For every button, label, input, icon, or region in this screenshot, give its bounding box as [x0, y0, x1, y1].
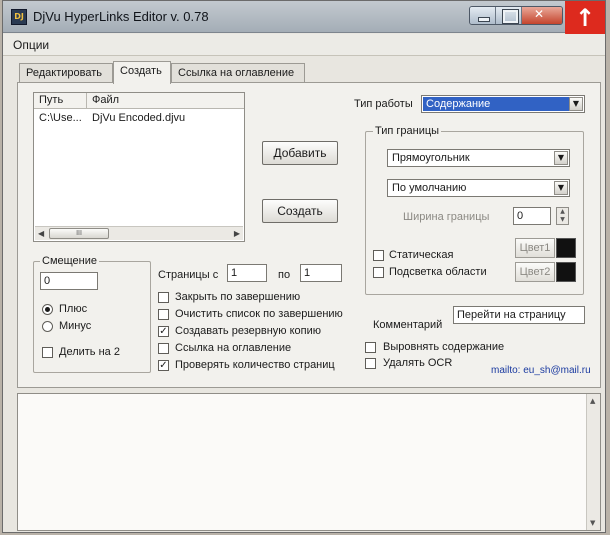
backup-checkbox[interactable]: ✓ — [158, 326, 169, 337]
minus-label: Минус — [59, 320, 92, 332]
check-page-count-label: Проверять количество страниц — [175, 359, 335, 371]
delete-ocr-label: Удалять OCR — [383, 357, 453, 369]
color1-button[interactable]: Цвет1 — [515, 238, 555, 258]
pages-to-input[interactable]: 1 — [300, 264, 342, 282]
log-text-area[interactable]: ▲ ▼ — [17, 393, 601, 531]
static-label: Статическая — [389, 249, 454, 261]
pages-from-input[interactable]: 1 — [227, 264, 267, 282]
column-file[interactable]: Файл — [92, 94, 119, 106]
border-width-label: Ширина границы — [403, 211, 490, 223]
close-icon[interactable] — [522, 7, 562, 24]
add-button[interactable]: Добавить — [262, 141, 338, 165]
scroll-down-icon[interactable]: ▼ — [590, 519, 595, 527]
backup-label: Создавать резервную копию — [175, 325, 321, 337]
comment-label: Комментарий — [373, 319, 443, 331]
mailto-link[interactable]: mailto: eu_sh@mail.ru — [491, 365, 591, 376]
pages-to-label: по — [278, 269, 291, 281]
list-item-path: C:\Use... — [39, 112, 82, 124]
work-type-label: Тип работы — [354, 98, 413, 110]
chevron-down-icon[interactable]: ▼ — [569, 97, 583, 111]
color2-swatch[interactable] — [556, 262, 576, 282]
chevron-down-icon[interactable]: ▼ — [554, 181, 568, 195]
static-checkbox[interactable] — [373, 250, 384, 261]
highlight-area-label: Подсветка области — [389, 266, 487, 278]
border-width-input[interactable]: 0 — [513, 207, 551, 225]
minimize-icon[interactable] — [470, 7, 496, 24]
list-item-file: DjVu Encoded.djvu — [92, 112, 186, 124]
horizontal-scrollbar[interactable]: ◀ III ▶ — [35, 226, 243, 240]
color1-swatch[interactable] — [556, 238, 576, 258]
editor-window: DJ DjVu HyperLinks Editor v. 0.78 ↑ Опци… — [2, 0, 606, 533]
vertical-scrollbar[interactable]: ▲ ▼ — [586, 394, 600, 530]
divide-by-2-checkbox[interactable] — [42, 347, 53, 358]
offset-input[interactable]: 0 — [40, 272, 98, 290]
column-path[interactable]: Путь — [39, 94, 63, 106]
up-arrow-icon: ↑ — [565, 1, 605, 37]
align-contents-checkbox[interactable] — [365, 342, 376, 353]
column-separator[interactable] — [86, 93, 87, 109]
maximize-icon[interactable] — [496, 7, 522, 24]
file-list-header: Путь Файл — [34, 93, 244, 109]
spin-up-icon[interactable]: ▲ — [557, 208, 568, 216]
border-shape-value: Прямоугольник — [392, 152, 470, 164]
toc-link-checkbox[interactable] — [158, 343, 169, 354]
clear-list-checkbox[interactable] — [158, 309, 169, 320]
close-on-finish-checkbox[interactable] — [158, 292, 169, 303]
scroll-right-icon[interactable]: ▶ — [234, 229, 240, 238]
close-on-finish-label: Закрыть по завершению — [175, 291, 301, 303]
border-type-title: Тип границы — [373, 125, 442, 137]
scroll-up-icon[interactable]: ▲ — [590, 397, 595, 405]
create-button[interactable]: Создать — [262, 199, 338, 223]
file-list[interactable]: Путь Файл C:\Use... DjVu Encoded.djvu ◀ … — [33, 92, 245, 242]
djvu-app-icon: DJ — [11, 9, 27, 25]
clear-list-label: Очистить список по завершению — [175, 308, 343, 320]
tab-toc-link[interactable]: Ссылка на оглавление — [171, 63, 305, 83]
chevron-down-icon[interactable]: ▼ — [554, 151, 568, 165]
toc-link-label: Ссылка на оглавление — [175, 342, 292, 354]
plus-radio[interactable] — [42, 304, 53, 315]
tab-edit[interactable]: Редактировать — [19, 63, 113, 83]
window-title: DjVu HyperLinks Editor v. 0.78 — [33, 9, 209, 24]
check-page-count-checkbox[interactable]: ✓ — [158, 360, 169, 371]
menu-bar: Опции — [3, 34, 605, 56]
work-type-value: Содержание — [423, 97, 573, 111]
scroll-thumb[interactable]: III — [49, 228, 109, 239]
tab-create[interactable]: Создать — [113, 61, 171, 84]
border-shape-select[interactable]: Прямоугольник ▼ — [387, 149, 570, 167]
delete-ocr-checkbox[interactable] — [365, 358, 376, 369]
caption-buttons — [469, 6, 563, 25]
divide-by-2-label: Делить на 2 — [59, 346, 120, 358]
align-contents-label: Выровнять содержание — [383, 341, 505, 353]
title-bar[interactable]: DJ DjVu HyperLinks Editor v. 0.78 — [3, 1, 605, 33]
border-width-spinner[interactable]: ▲ ▼ — [556, 207, 569, 225]
menu-options[interactable]: Опции — [13, 38, 49, 52]
color2-button[interactable]: Цвет2 — [515, 262, 555, 282]
spin-down-icon[interactable]: ▼ — [557, 216, 568, 224]
pages-from-label: Страницы с — [158, 269, 219, 281]
minus-radio[interactable] — [42, 321, 53, 332]
plus-label: Плюс — [59, 303, 88, 315]
highlight-area-checkbox[interactable] — [373, 267, 384, 278]
comment-input[interactable]: Перейти на страницу — [453, 306, 585, 324]
border-style-value: По умолчанию — [392, 182, 467, 194]
list-item[interactable]: C:\Use... DjVu Encoded.djvu — [34, 111, 244, 127]
scroll-left-icon[interactable]: ◀ — [38, 229, 44, 238]
work-type-select[interactable]: Содержание ▼ — [421, 95, 585, 113]
border-style-select[interactable]: По умолчанию ▼ — [387, 179, 570, 197]
offset-title: Смещение — [40, 255, 100, 267]
